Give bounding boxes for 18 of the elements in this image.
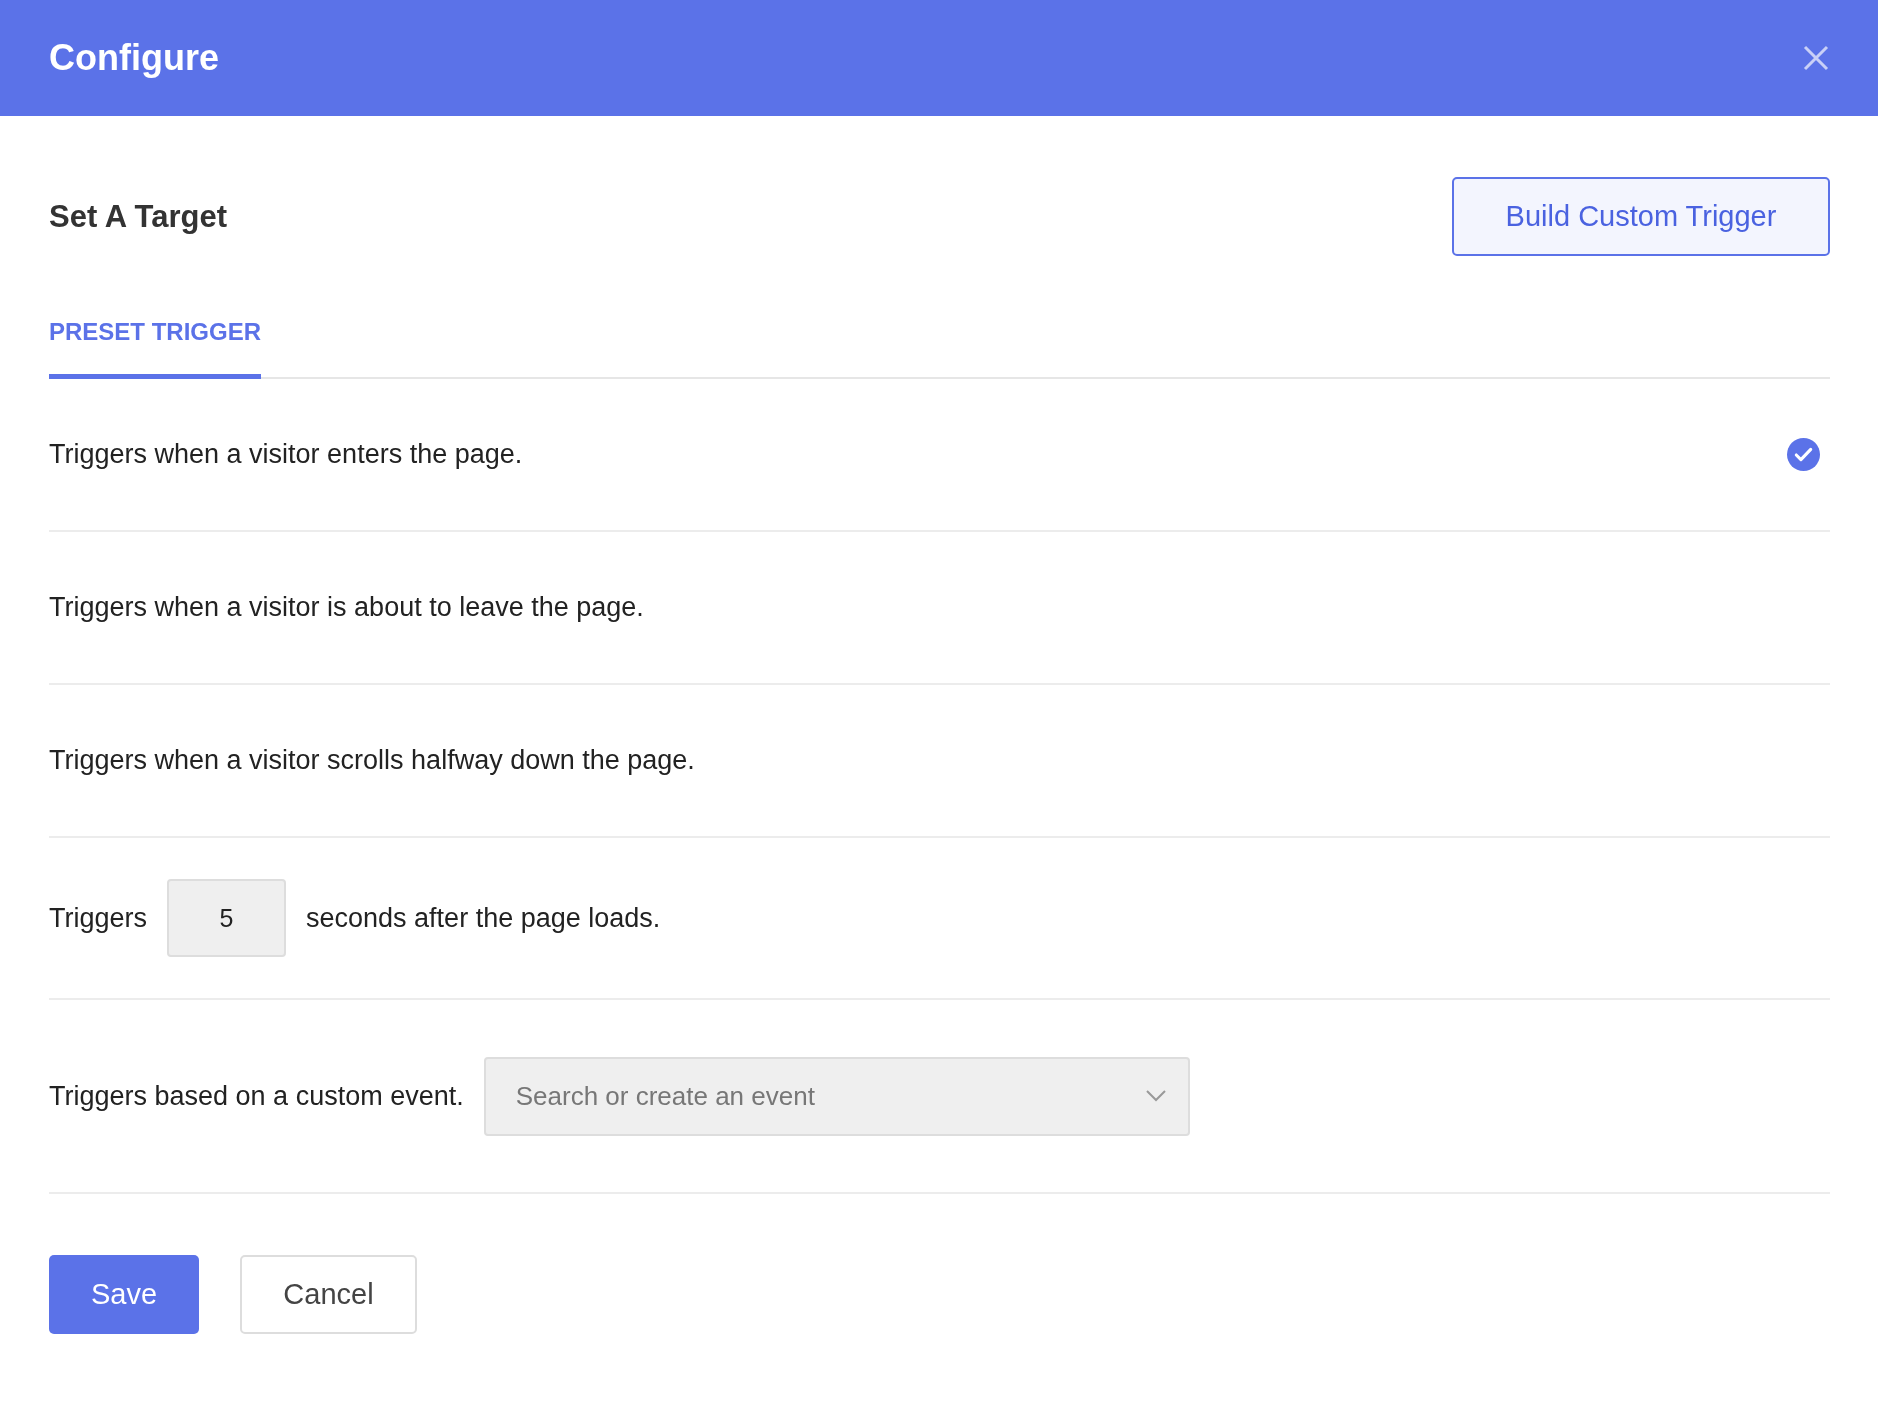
trigger-option[interactable]: Triggers when a visitor enters the page. (49, 379, 1830, 532)
trigger-option[interactable]: Triggers when a visitor is about to leave the page. (49, 532, 1830, 685)
tab[interactable]: PRESET TRIGGER (49, 318, 262, 379)
trigger-row[interactable]: Triggers 5 seconds after the page loads. (49, 838, 1830, 1000)
trigger-row[interactable]: Triggers based on a custom event. Search or create an event (49, 1000, 1830, 1194)
event-dropdown[interactable]: Search or create an event (483, 1056, 1190, 1136)
build-custom-trigger-button[interactable]: Build Custom Trigger (1452, 177, 1830, 256)
trigger-option[interactable]: Triggers when a visitor scrolls halfway down the page. (49, 685, 1830, 838)
save-button[interactable]: Save (49, 1255, 199, 1334)
trigger-label: seconds after the page loads. (306, 902, 661, 934)
seconds-input[interactable]: 5 (167, 879, 287, 957)
dialog-title: Configure (49, 37, 219, 79)
cancel-button[interactable]: Cancel (240, 1255, 417, 1334)
section-title: Set A Target (49, 198, 227, 235)
trigger-label: Triggers based on a custom event. (49, 1080, 464, 1112)
trigger-label: Triggers (49, 902, 148, 934)
caret-icon (1145, 1090, 1166, 1102)
close-icon[interactable] (1802, 44, 1830, 72)
